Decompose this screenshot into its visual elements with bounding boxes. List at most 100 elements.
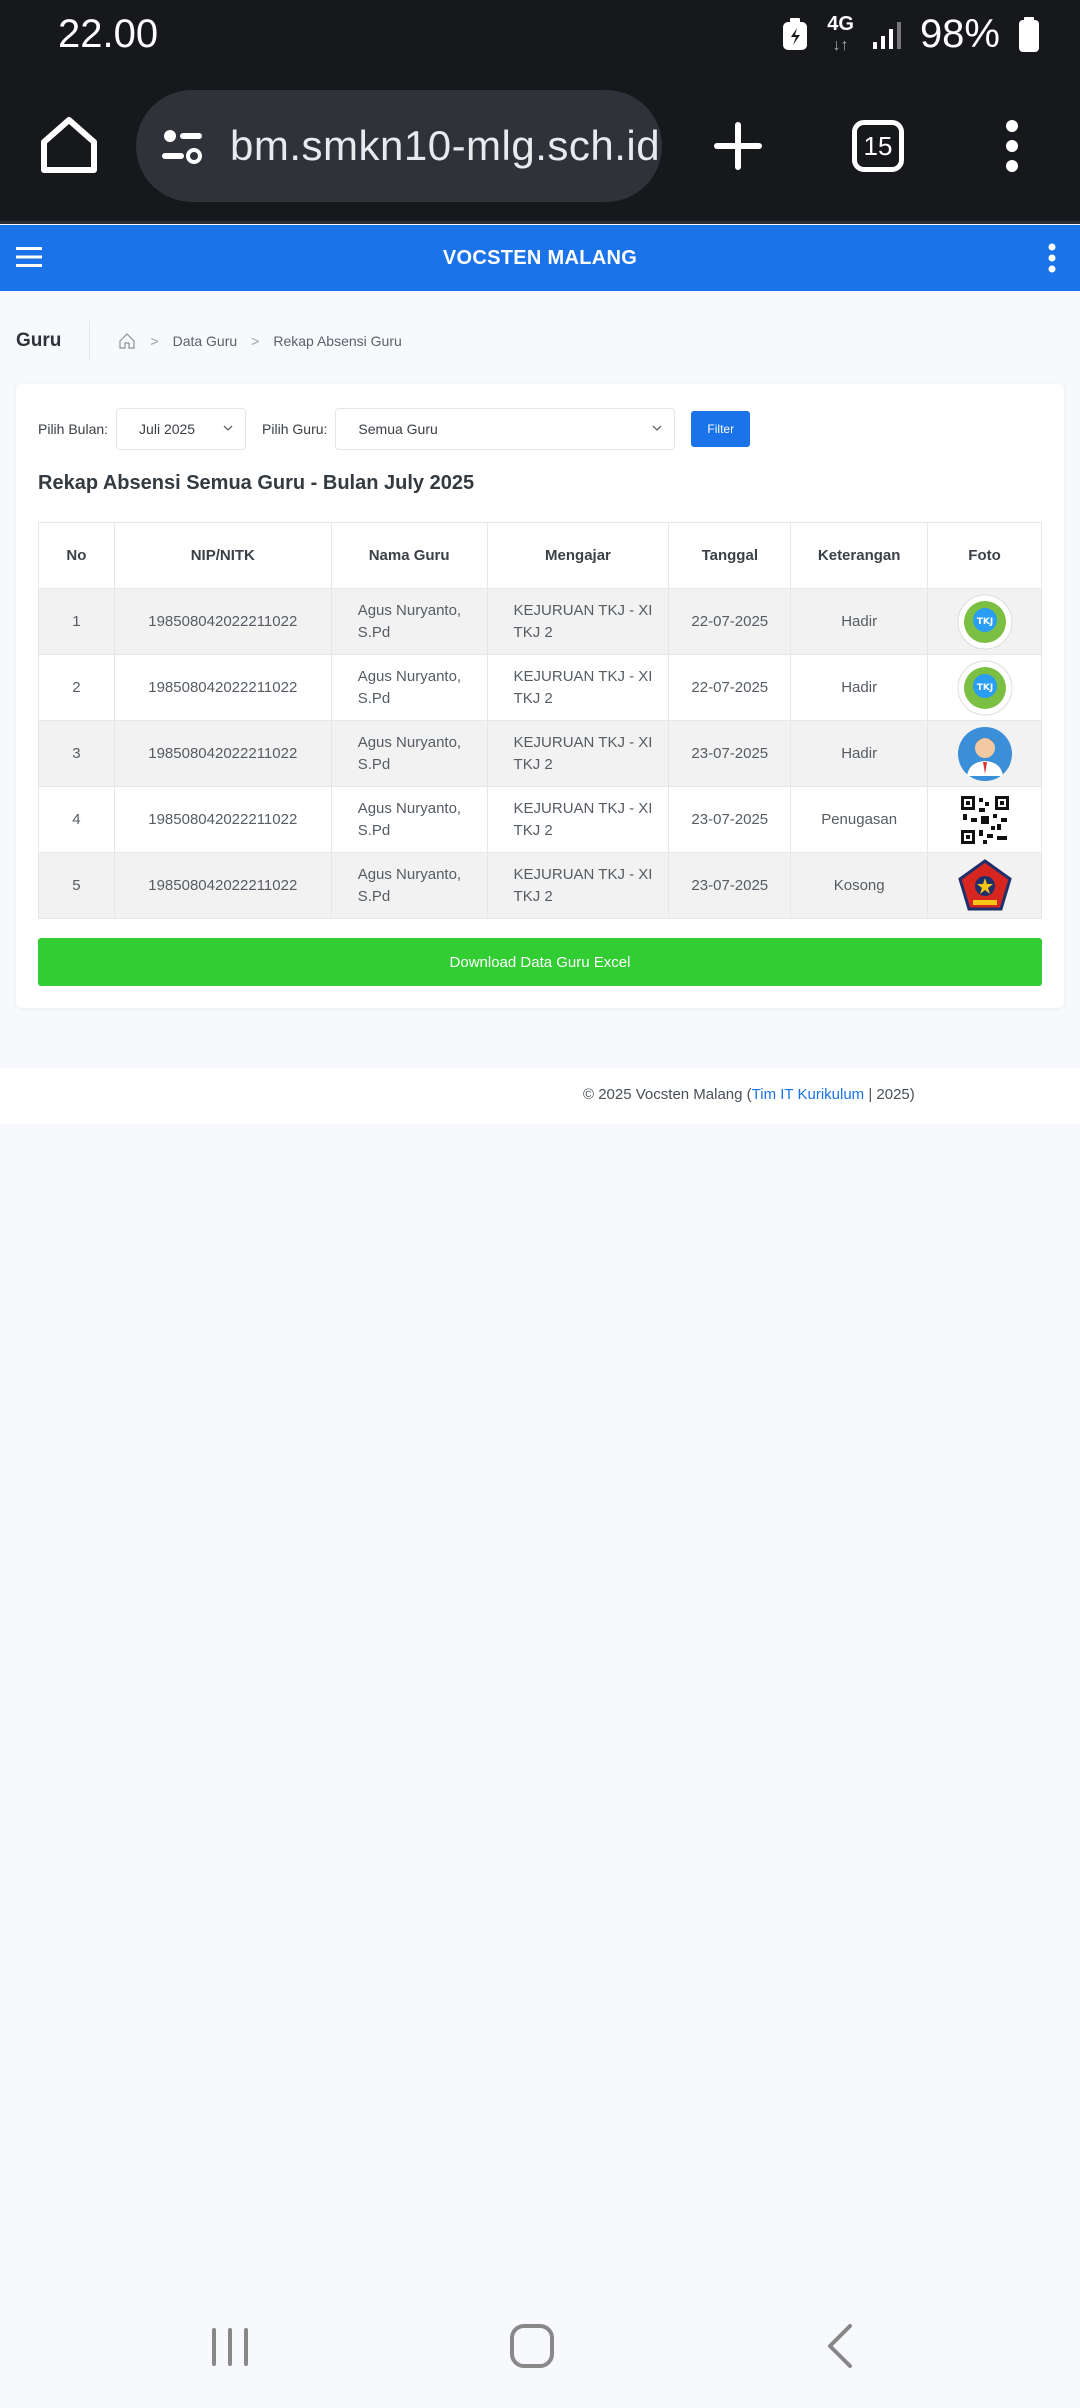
cell-nip: 198508042022211022 xyxy=(113,852,332,919)
url-text: bm.smkn10-mlg.sch.id xyxy=(230,122,661,169)
bulan-select[interactable]: Juli 2025 xyxy=(116,408,247,450)
cell-foto xyxy=(927,720,1042,787)
cell-tanggal: 23-07-2025 xyxy=(668,720,792,787)
cell-nip: 198508042022211022 xyxy=(113,786,332,853)
site-settings-icon[interactable] xyxy=(158,122,206,170)
cell-tanggal: 23-07-2025 xyxy=(668,786,792,853)
chevron-down-icon xyxy=(652,425,662,431)
address-bar[interactable]: bm.smkn10-mlg.sch.id xyxy=(136,90,662,202)
table-row: 3 198508042022211022 Agus Nuryanto, S.Pd… xyxy=(38,720,1042,787)
cell-no: 2 xyxy=(38,654,115,721)
cell-mengajar: KEJURUAN TKJ - XI TKJ 2 xyxy=(486,588,670,655)
cell-mengajar: KEJURUAN TKJ - XI TKJ 2 xyxy=(486,720,670,787)
col-nama: Nama Guru xyxy=(330,522,488,589)
browser-toolbar: bm.smkn10-mlg.sch.id 15 xyxy=(0,72,1080,224)
chevron-right-icon: > xyxy=(150,333,159,349)
home-nav-icon[interactable] xyxy=(508,2322,556,2370)
filter-button[interactable]: Filter xyxy=(691,411,751,447)
breadcrumb-rekap-absensi: Rekap Absensi Guru xyxy=(273,333,402,349)
cell-tanggal: 23-07-2025 xyxy=(668,852,792,919)
table-row: 2 198508042022211022 Agus Nuryanto, S.Pd… xyxy=(38,654,1042,721)
col-nip: NIP/NITK xyxy=(113,522,332,589)
cell-nama: Agus Nuryanto, S.Pd xyxy=(330,588,488,655)
cell-keterangan: Kosong xyxy=(790,852,929,919)
network-type-icon: 4G ↓↑ xyxy=(827,12,854,54)
col-no: No xyxy=(38,522,115,589)
table-row: 5 198508042022211022 Agus Nuryanto, S.Pd… xyxy=(38,852,1042,919)
breadcrumb-data-guru[interactable]: Data Guru xyxy=(173,333,238,349)
tkj-logo-image[interactable]: TKJ xyxy=(957,594,1013,650)
chevron-right-icon: > xyxy=(251,333,260,349)
cell-nip: 198508042022211022 xyxy=(113,588,332,655)
col-mengajar: Mengajar xyxy=(486,522,670,589)
cell-nama: Agus Nuryanto, S.Pd xyxy=(330,654,488,721)
tab-switcher-button[interactable]: 15 xyxy=(852,120,904,172)
cell-keterangan: Hadir xyxy=(790,588,929,655)
guru-label: Pilih Guru: xyxy=(262,421,328,437)
table-row: 1 198508042022211022 Agus Nuryanto, S.Pd… xyxy=(38,588,1042,655)
cell-no: 3 xyxy=(38,720,115,787)
svg-text:TKJ: TKJ xyxy=(976,683,992,693)
cell-tanggal: 22-07-2025 xyxy=(668,588,792,655)
cell-foto: TKJ xyxy=(927,588,1042,655)
cell-keterangan: Penugasan xyxy=(790,786,929,853)
tkj-logo-image[interactable]: TKJ xyxy=(957,660,1013,716)
person-avatar-image[interactable] xyxy=(957,726,1013,782)
more-options-icon[interactable] xyxy=(1048,243,1056,273)
table-row: 4 198508042022211022 Agus Nuryanto, S.Pd… xyxy=(38,786,1042,853)
section-heading: Rekap Absensi Semua Guru - Bulan July 20… xyxy=(38,472,475,494)
cell-nama: Agus Nuryanto, S.Pd xyxy=(330,786,488,853)
status-time: 22.00 xyxy=(58,12,159,56)
battery-saver-icon xyxy=(783,17,808,50)
footer-suffix: | 2025) xyxy=(864,1086,915,1103)
home-breadcrumb-icon[interactable] xyxy=(118,332,136,350)
cell-foto: TKJ xyxy=(927,654,1042,721)
home-icon[interactable] xyxy=(36,112,102,178)
cell-foto xyxy=(927,852,1042,919)
cell-no: 4 xyxy=(38,786,115,853)
bulan-select-value: Juli 2025 xyxy=(139,421,196,437)
cell-tanggal: 22-07-2025 xyxy=(668,654,792,721)
guru-select[interactable]: Semua Guru xyxy=(335,408,676,450)
svg-text:TKJ: TKJ xyxy=(976,617,992,627)
page-title: Guru xyxy=(16,321,91,361)
new-tab-icon[interactable] xyxy=(708,116,768,176)
table-header-row: No NIP/NITK Nama Guru Mengajar Tanggal K… xyxy=(38,522,1042,589)
download-excel-button[interactable]: Download Data Guru Excel xyxy=(38,938,1042,986)
cell-nip: 198508042022211022 xyxy=(113,654,332,721)
footer-team-link[interactable]: Tim IT Kurikulum xyxy=(752,1086,865,1103)
cell-no: 5 xyxy=(38,852,115,919)
col-keterangan: Keterangan xyxy=(790,522,929,589)
rekap-card: Pilih Bulan: Juli 2025 Pilih Guru: Semua… xyxy=(16,384,1064,1008)
system-navigation-bar xyxy=(0,2300,1080,2408)
signal-icon xyxy=(872,21,901,49)
cell-nama: Agus Nuryanto, S.Pd xyxy=(330,852,488,919)
cell-no: 1 xyxy=(38,588,115,655)
status-icons: 4G ↓↑ 98% xyxy=(781,12,1040,57)
app-header: VOCSTEN MALANG xyxy=(0,225,1080,291)
attendance-table: No NIP/NITK Nama Guru Mengajar Tanggal K… xyxy=(38,522,1042,919)
cell-mengajar: KEJURUAN TKJ - XI TKJ 2 xyxy=(486,786,670,853)
cell-nip: 198508042022211022 xyxy=(113,720,332,787)
cell-keterangan: Hadir xyxy=(790,654,929,721)
filter-bar: Pilih Bulan: Juli 2025 Pilih Guru: Semua… xyxy=(38,408,751,450)
cell-mengajar: KEJURUAN TKJ - XI TKJ 2 xyxy=(486,654,670,721)
cell-foto xyxy=(927,786,1042,853)
recent-apps-icon[interactable] xyxy=(206,2322,254,2370)
col-foto: Foto xyxy=(927,522,1042,589)
browser-menu-icon[interactable] xyxy=(1000,118,1024,174)
app-title: VOCSTEN MALANG xyxy=(442,247,638,269)
bulan-label: Pilih Bulan: xyxy=(38,421,109,437)
chevron-down-icon xyxy=(223,425,233,431)
qr-code-image[interactable] xyxy=(957,792,1013,848)
back-icon[interactable] xyxy=(818,2322,866,2370)
page-footer: © 2025 Vocsten Malang (Tim IT Kurikulum … xyxy=(0,1068,1080,1124)
breadcrumb: Guru > Data Guru > Rekap Absensi Guru xyxy=(0,310,1080,372)
col-tanggal: Tanggal xyxy=(668,522,792,589)
cell-nama: Agus Nuryanto, S.Pd xyxy=(330,720,488,787)
guru-select-value: Semua Guru xyxy=(358,421,438,437)
status-bar: 22.00 4G ↓↑ 98% xyxy=(0,0,1080,72)
red-pentagon-logo-image[interactable] xyxy=(957,858,1013,914)
footer-copyright: © 2025 Vocsten Malang ( xyxy=(583,1086,752,1103)
battery-percent: 98% xyxy=(919,12,1000,56)
